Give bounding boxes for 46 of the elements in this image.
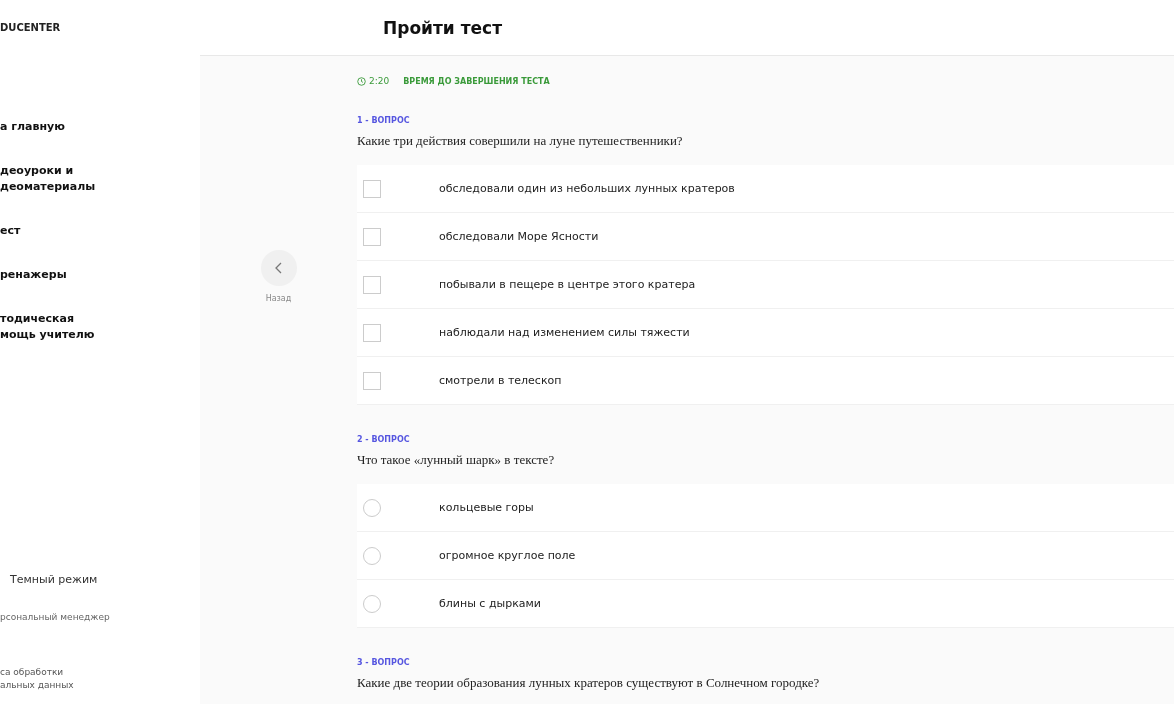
checkbox[interactable] [363, 227, 381, 246]
answer-option[interactable]: блины с дырками [357, 580, 1174, 628]
answer-option[interactable]: обследовали один из небольших лунных кратеров [357, 165, 1174, 213]
answer-option[interactable]: смотрели в телескоп [357, 357, 1174, 405]
page-title: Пройти тест [383, 17, 502, 38]
timer-label: ВРЕМЯ ДО ЗАВЕРШЕНИЯ ТЕСТА [403, 76, 550, 86]
option-text: огромное круглое поле [439, 549, 576, 562]
nav-link[interactable]: тодическая мощь учителю [0, 311, 200, 343]
checkbox[interactable] [363, 179, 381, 198]
question-text: Какие три действия совершили на луне путешественники? [357, 133, 684, 149]
timer: 2:20 [357, 76, 390, 86]
answer-option[interactable]: кольцевые горы [357, 484, 1174, 532]
question-number: 1 - ВОПРОС [357, 116, 411, 125]
checkbox[interactable] [363, 275, 381, 294]
question-number: 3 - ВОПРОС [357, 658, 411, 667]
answer-option[interactable]: обследовали Море Ясности [357, 213, 1174, 261]
question-text: Что такое «лунный шарк» в тексте? [357, 452, 556, 468]
manager-link[interactable]: рсональный менеджер [0, 612, 200, 622]
question-number: 2 - ВОПРОС [357, 435, 411, 444]
checkbox[interactable] [363, 323, 381, 342]
option-text: побывали в пещере в центре этого кратера [439, 278, 696, 291]
radio-button[interactable] [363, 546, 381, 565]
option-text: обследовали Море Ясности [439, 230, 599, 243]
policy-link[interactable]: са обработки альных данных [0, 666, 200, 692]
option-text: обследовали один из небольших лунных кратеров [439, 182, 735, 195]
option-text: наблюдали над изменением силы тяжести [439, 326, 690, 339]
question-text: Какие две теории образования лунных кратеров существуют в Солнечном городке? [357, 675, 821, 691]
option-text: блины с дырками [439, 597, 541, 610]
clock-icon [357, 76, 366, 86]
back-button[interactable] [260, 250, 297, 286]
option-text: кольцевые горы [439, 501, 534, 514]
back-label: Назад [265, 294, 292, 303]
answer-option[interactable]: огромное круглое поле [357, 532, 1174, 580]
chevron-left-icon [274, 262, 283, 274]
logo[interactable]: DUCENTER [0, 22, 200, 33]
answer-option[interactable]: наблюдали над изменением силы тяжести [357, 309, 1174, 357]
nav-link[interactable]: деоуроки и деоматериалы [0, 163, 200, 195]
answer-option[interactable]: побывали в пещере в центре этого кратера [357, 261, 1174, 309]
radio-button[interactable] [363, 594, 381, 613]
checkbox[interactable] [363, 371, 381, 390]
option-text: смотрели в телескоп [439, 374, 562, 387]
radio-button[interactable] [363, 498, 381, 517]
nav-link[interactable]: ест [0, 223, 200, 239]
nav-link[interactable]: ренажеры [0, 267, 200, 283]
dark-mode-toggle[interactable]: Темный режим [10, 573, 200, 586]
nav-link[interactable]: а главную [0, 119, 200, 135]
